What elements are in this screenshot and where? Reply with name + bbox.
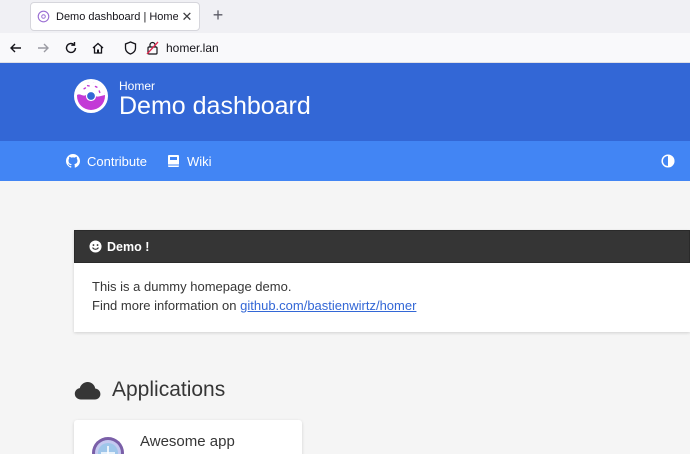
arrow-right-icon <box>38 43 49 52</box>
browser-nav-bar: homer.lan <box>0 33 690 63</box>
dashboard-title: Demo dashboard <box>119 92 311 120</box>
wiki-label: Wiki <box>187 153 212 169</box>
tab-close-icon[interactable]: ✕ <box>178 9 196 25</box>
site-info-button[interactable] <box>144 40 160 56</box>
reload-icon <box>65 41 77 53</box>
insecure-lock-icon <box>146 41 158 55</box>
app-logo-icon <box>92 437 124 454</box>
github-icon <box>66 154 80 168</box>
cloud-icon <box>74 381 101 399</box>
home-button[interactable] <box>90 40 106 56</box>
contribute-link[interactable]: Contribute <box>66 153 147 169</box>
message-title: Demo ! <box>107 239 150 254</box>
contribute-label: Contribute <box>87 153 147 169</box>
group-title: Applications <box>112 378 226 401</box>
arrow-left-icon <box>10 43 21 52</box>
message-line-2: Find more information on github.com/bast… <box>92 296 672 315</box>
donut-logo-icon <box>74 79 108 113</box>
app-card[interactable]: Awesome app <box>74 420 302 454</box>
smile-icon <box>89 240 102 253</box>
shield-icon <box>124 40 136 55</box>
theme-toggle-icon[interactable] <box>661 154 675 168</box>
tracking-protection-button[interactable] <box>122 40 138 56</box>
browser-tab[interactable]: Demo dashboard | Homer ✕ <box>30 2 200 31</box>
dashboard-subtitle: Homer <box>119 79 156 93</box>
book-icon <box>168 155 179 167</box>
donut-favicon-icon <box>37 10 50 23</box>
message-header: Demo ! <box>74 230 690 263</box>
tab-title: Demo dashboard | Homer <box>56 10 178 23</box>
message-line-1: This is a dummy homepage demo. <box>92 279 292 294</box>
github-repo-link[interactable]: github.com/bastienwirtz/homer <box>240 298 416 313</box>
back-button[interactable] <box>8 40 24 56</box>
reload-button[interactable] <box>63 40 79 56</box>
group-heading: Applications <box>74 378 225 402</box>
message-card: Demo ! This is a dummy homepage demo. Fi… <box>74 230 690 332</box>
message-line-2-prefix: Find more information on <box>92 298 241 313</box>
browser-tab-bar: Demo dashboard | Homer ✕ + <box>0 0 690 33</box>
forward-button[interactable] <box>35 40 51 56</box>
app-name: Awesome app <box>140 433 235 450</box>
home-icon <box>92 42 104 54</box>
url-bar[interactable]: homer.lan <box>166 41 219 55</box>
wiki-link[interactable]: Wiki <box>167 153 212 169</box>
new-tab-button[interactable]: + <box>208 4 228 28</box>
message-body: This is a dummy homepage demo. Find more… <box>74 263 690 329</box>
